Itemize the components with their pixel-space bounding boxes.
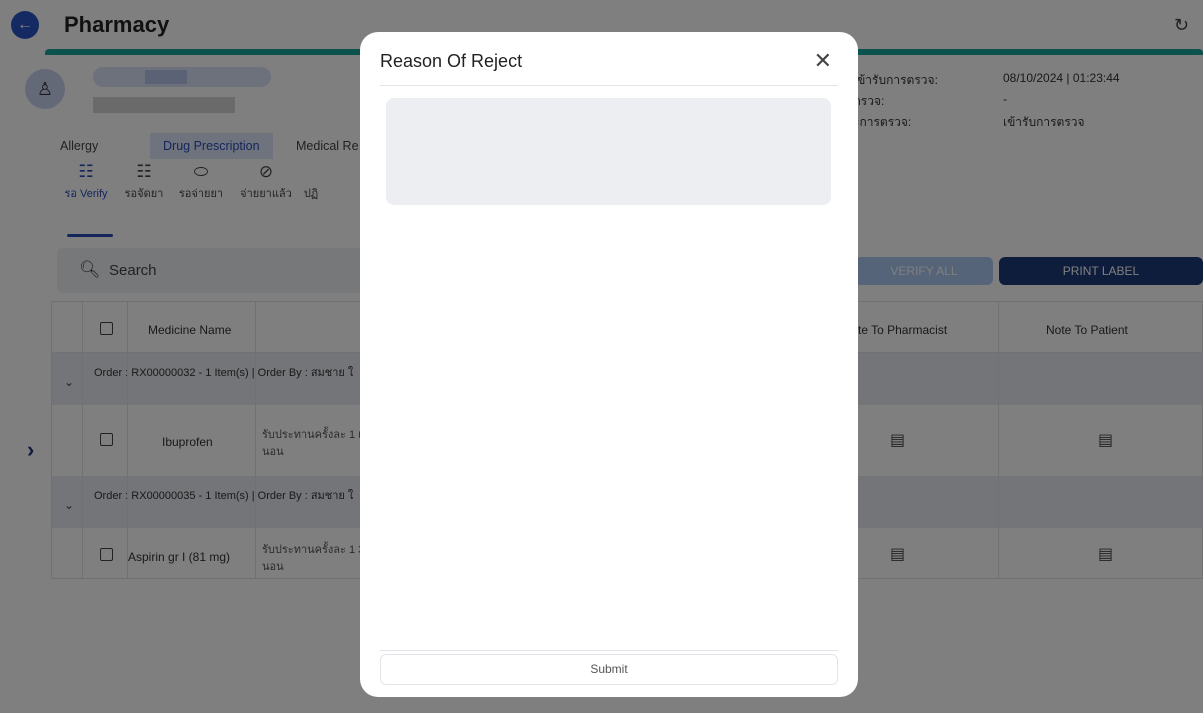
divider	[380, 85, 838, 86]
reject-reason-field[interactable]	[386, 98, 831, 205]
close-icon[interactable]: ✕	[814, 49, 832, 73]
divider	[380, 650, 838, 651]
reject-reason-dialog: Reason Of Reject ✕ Submit	[360, 32, 858, 697]
submit-button[interactable]: Submit	[380, 654, 838, 685]
dialog-title: Reason Of Reject	[380, 51, 523, 71]
